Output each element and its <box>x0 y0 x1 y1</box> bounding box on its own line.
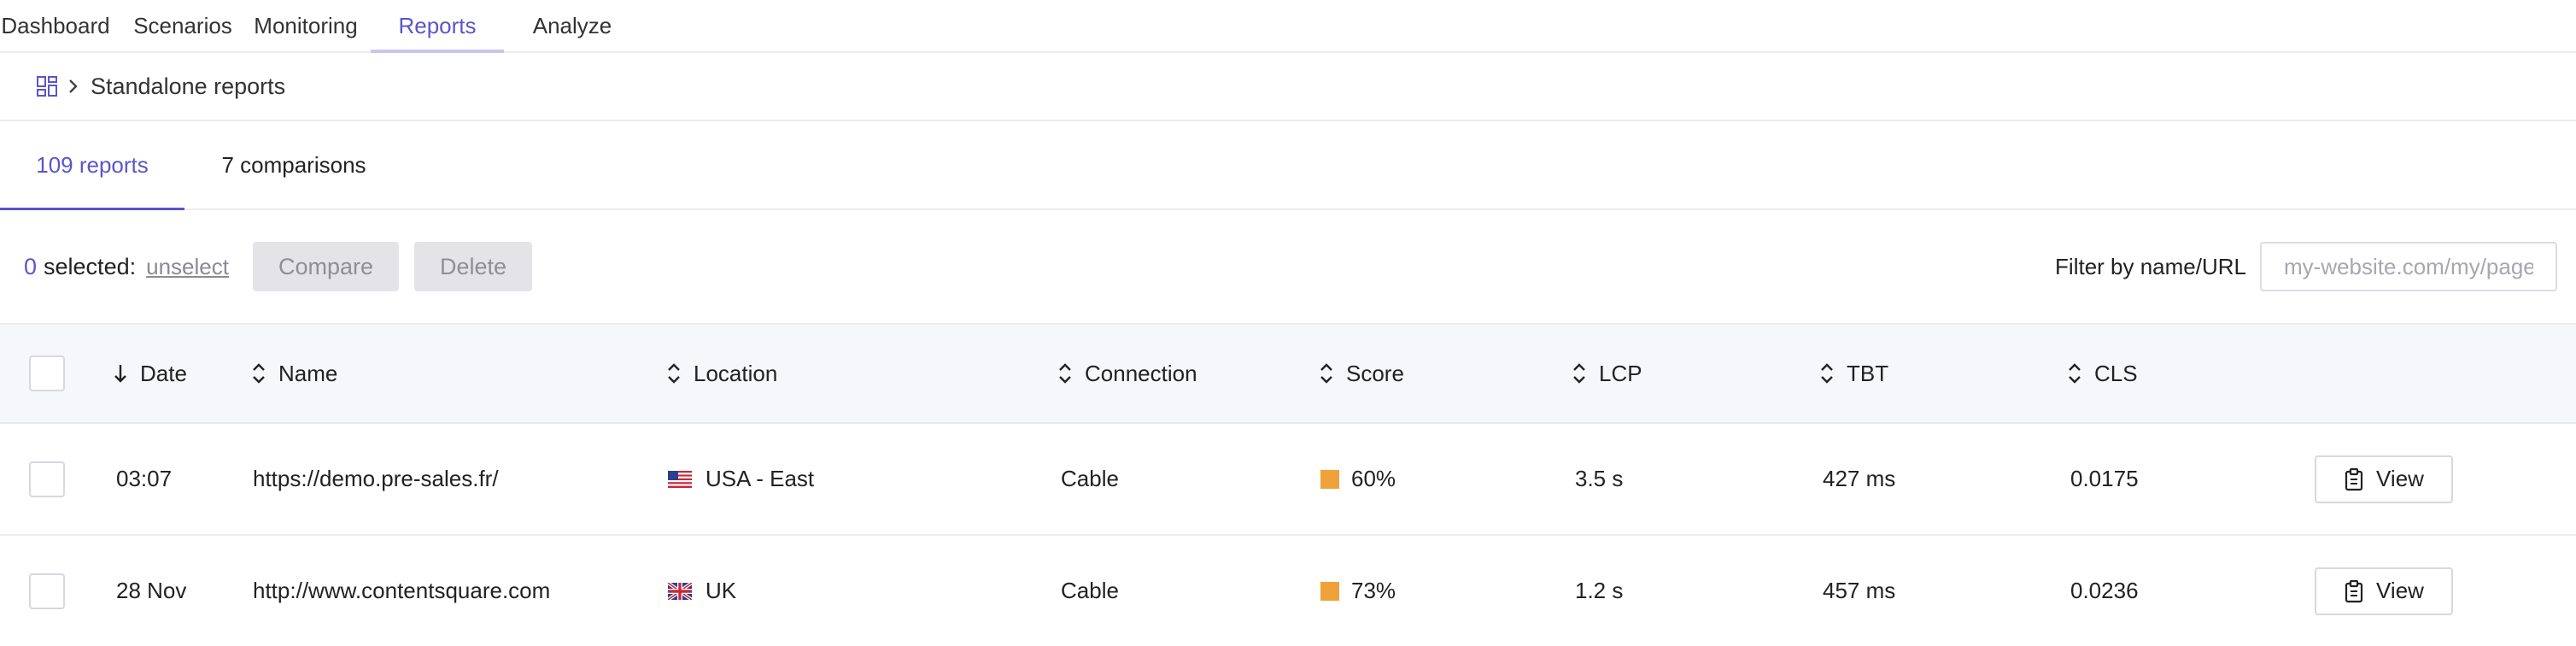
cell-tbt: 457 ms <box>1823 578 1896 603</box>
column-label: Connection <box>1085 360 1197 386</box>
cell-connection: Cable <box>1061 466 1119 491</box>
report-tabs: 109 reports 7 comparisons <box>0 121 2576 210</box>
compare-button[interactable]: Compare <box>252 242 399 291</box>
view-label: View <box>2376 578 2424 603</box>
unselect-link[interactable]: unselect <box>146 254 229 280</box>
column-header-score[interactable]: Score <box>1319 325 1404 422</box>
column-label: LCP <box>1599 360 1642 386</box>
column-label: Location <box>694 360 778 386</box>
cell-location: USA - East <box>668 424 814 534</box>
sort-icon <box>1059 363 1071 384</box>
row-checkbox[interactable] <box>29 461 65 497</box>
column-header-date[interactable]: Date <box>113 325 187 422</box>
nav-item-reports[interactable]: Reports <box>371 0 504 53</box>
sort-icon <box>1573 363 1585 384</box>
uk-flag-icon <box>668 582 692 600</box>
table-row: 28 Nov http://www.contentsquare.com UK C… <box>0 536 2576 646</box>
cell-cls: 0.0236 <box>2070 578 2139 603</box>
cell-tbt: 427 ms <box>1823 466 1896 491</box>
cell-date: 28 Nov <box>116 578 187 603</box>
select-all-checkbox[interactable] <box>29 355 65 391</box>
row-select-cell <box>29 424 65 534</box>
score-value: 60% <box>1351 466 1396 491</box>
score-value: 73% <box>1351 578 1396 603</box>
cell-action: View <box>2315 536 2453 646</box>
tab-reports[interactable]: 109 reports <box>0 121 184 210</box>
column-label: Date <box>140 360 187 386</box>
cell-date: 03:07 <box>116 466 173 491</box>
cell-lcp: 1.2 s <box>1575 578 1624 603</box>
sort-icon <box>1821 363 1833 384</box>
cell-score: 60% <box>1320 424 1396 534</box>
view-button[interactable]: View <box>2315 567 2453 615</box>
score-indicator <box>1320 469 1339 489</box>
column-header-lcp[interactable]: LCP <box>1572 325 1642 422</box>
location-label: UK <box>705 578 737 603</box>
cell-connection: Cable <box>1061 578 1119 603</box>
grid-icon[interactable] <box>36 75 58 97</box>
column-header-connection[interactable]: Connection <box>1057 325 1197 422</box>
cell-score: 73% <box>1320 536 1396 646</box>
column-label: CLS <box>2094 360 2138 386</box>
column-label: TBT <box>1847 360 1889 386</box>
nav-item-dashboard[interactable]: Dashboard <box>0 0 111 51</box>
breadcrumb: Standalone reports <box>0 53 2576 121</box>
sort-icon <box>1320 363 1332 384</box>
app: Dashboard Scenarios Monitoring Reports A… <box>0 0 2576 646</box>
column-header-name[interactable]: Name <box>251 325 337 422</box>
select-all-cell <box>29 325 65 422</box>
sort-icon <box>2069 363 2081 384</box>
breadcrumb-label: Standalone reports <box>91 73 286 99</box>
column-header-location[interactable]: Location <box>666 325 777 422</box>
us-flag-icon <box>668 470 692 488</box>
table-header: Date Name Location Connection Score LCP … <box>0 323 2576 424</box>
selected-label: selected: <box>44 253 137 279</box>
view-button[interactable]: View <box>2315 455 2453 503</box>
location-label: USA - East <box>705 466 815 491</box>
nav-item-scenarios[interactable]: Scenarios <box>111 0 255 51</box>
delete-button[interactable]: Delete <box>414 242 533 291</box>
cell-cls: 0.0175 <box>2070 466 2139 491</box>
sort-icon <box>253 363 265 384</box>
cell-action: View <box>2315 424 2453 534</box>
filter-group: Filter by name/URL <box>2055 210 2557 323</box>
column-label: Name <box>278 360 338 386</box>
clipboard-icon <box>2345 579 2363 602</box>
top-nav: Dashboard Scenarios Monitoring Reports A… <box>0 0 2576 53</box>
column-header-tbt[interactable]: TBT <box>1819 325 1888 422</box>
score-indicator <box>1320 581 1339 601</box>
column-header-cls[interactable]: CLS <box>2067 325 2138 422</box>
view-label: View <box>2376 466 2424 491</box>
cell-name: http://www.contentsquare.com <box>253 578 551 603</box>
table-row: 03:07 https://demo.pre-sales.fr/ USA - E… <box>0 424 2576 536</box>
nav-item-analyze[interactable]: Analyze <box>504 0 641 51</box>
sort-desc-icon <box>114 365 126 383</box>
clipboard-icon <box>2345 467 2363 490</box>
chevron-right-icon <box>69 79 78 93</box>
filter-label: Filter by name/URL <box>2055 253 2246 279</box>
cell-name: https://demo.pre-sales.fr/ <box>253 466 499 491</box>
cell-lcp: 3.5 s <box>1575 466 1624 491</box>
nav-item-monitoring[interactable]: Monitoring <box>254 0 357 51</box>
selected-count: 0 <box>24 253 38 279</box>
cell-location: UK <box>668 536 736 646</box>
tab-comparisons[interactable]: 7 comparisons <box>184 121 403 208</box>
row-select-cell <box>29 536 65 646</box>
filter-input[interactable] <box>2260 242 2557 291</box>
column-label: Score <box>1346 360 1404 386</box>
selection-toolbar: 0 selected: unselect Compare Delete Filt… <box>0 210 2576 323</box>
row-checkbox[interactable] <box>29 573 65 609</box>
sort-icon <box>668 363 680 384</box>
